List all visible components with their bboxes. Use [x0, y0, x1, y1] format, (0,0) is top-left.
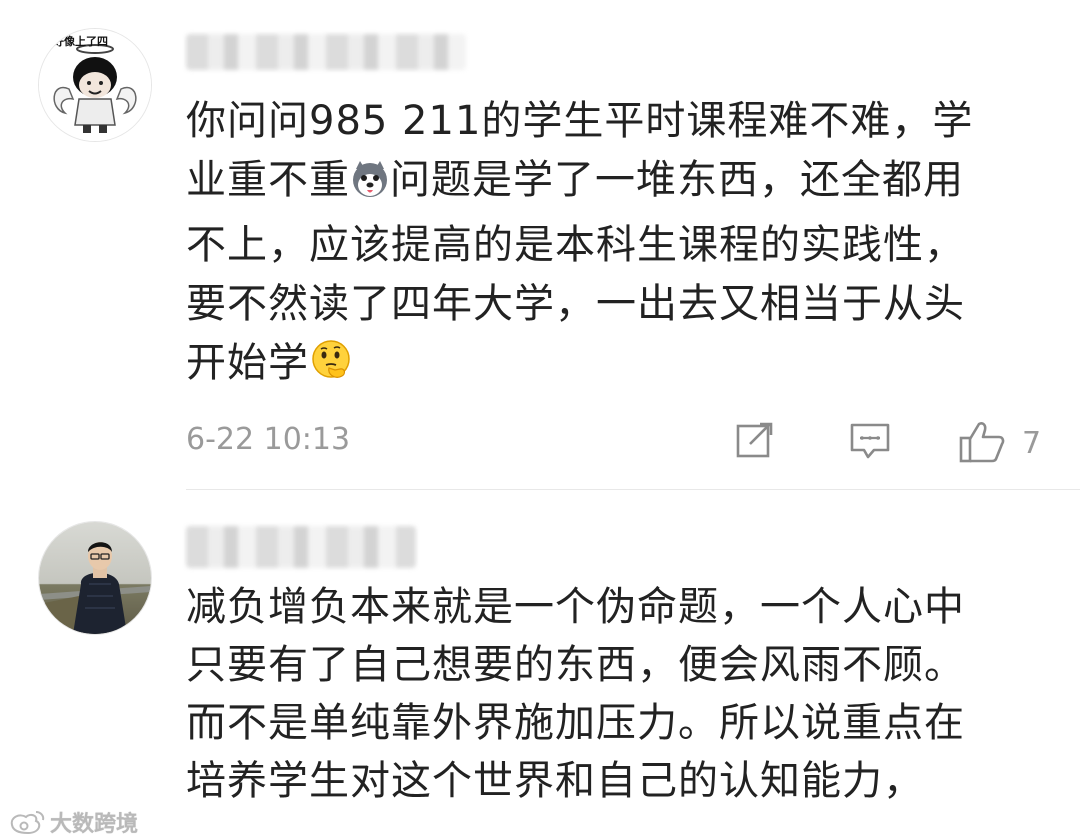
thinking-face-emoji-icon [309, 338, 353, 399]
comment-line: 减负增负本来就是一个伪命题，一个人心中 [186, 584, 965, 630]
comment-text: 减负增负本来就是一个伪命题，一个人心中 只要有了自己想要的东西，便会风雨不顾。 … [186, 578, 1048, 810]
like-count: 7 [1022, 425, 1042, 461]
comment-line: 只要有了自己想要的东西，便会风雨不顾。 [186, 642, 965, 688]
comment-line: 培养学生对这个世界和自己的认知能力， [186, 758, 924, 804]
comment-line: 业重不重 [186, 157, 350, 203]
reply-comment-icon [850, 423, 890, 459]
username-redacted[interactable] [186, 34, 466, 70]
avatar-caption: 好像上了四 [53, 35, 108, 48]
comment-item: 减负增负本来就是一个伪命题，一个人心中 只要有了自己想要的东西，便会风雨不顾。 … [0, 490, 1080, 838]
like-button[interactable]: 7 [958, 420, 1041, 464]
comment-line-with-emoji: 开始学 [186, 334, 1048, 399]
thumbs-up-icon [959, 422, 1005, 463]
share-edit-icon [736, 422, 773, 458]
comment-line: 而不是单纯靠外界施加压力。所以说重点在 [186, 700, 965, 746]
comment-text: 你问问985 211的学生平时课程难不难，学 业重不重 问题是学了一堆东西，还全… [186, 92, 1048, 399]
watermark: 大数跨境 [6, 806, 138, 838]
comment-meta-row: 6-22 10:13 7 [186, 420, 1046, 464]
comment-line: 开始学 [186, 340, 309, 386]
comment-line: 要不然读了四年大学，一出去又相当于从头 [186, 281, 965, 327]
comment-line: 不上，应该提高的是本科生课程的实践性， [186, 222, 965, 268]
comment-timestamp: 6-22 10:13 [186, 422, 351, 457]
comment-line: 你问问985 211的学生平时课程难不难，学 [186, 98, 974, 144]
comment-item: 好像上了四 你问问985 211的学生平时课程难不难，学 业重不重 问题是学了一… [0, 0, 1080, 490]
avatar[interactable] [38, 521, 152, 635]
weibo-logo-icon [10, 811, 45, 835]
man-photo-avatar-icon [39, 522, 151, 634]
avatar[interactable]: 好像上了四 [38, 28, 152, 142]
comment-line-with-emoji: 业重不重 问题是学了一堆东西，还全都用 [186, 151, 1048, 216]
husky-dog-emoji-icon [350, 157, 390, 216]
comment-line: 问题是学了一堆东西，还全都用 [390, 157, 964, 203]
watermark-text: 大数跨境 [50, 812, 139, 837]
username-redacted[interactable] [186, 526, 416, 568]
share-button[interactable] [734, 420, 776, 462]
reply-button[interactable] [848, 420, 892, 462]
comment-feed: 好像上了四 你问问985 211的学生平时课程难不难，学 业重不重 问题是学了一… [0, 0, 1080, 838]
